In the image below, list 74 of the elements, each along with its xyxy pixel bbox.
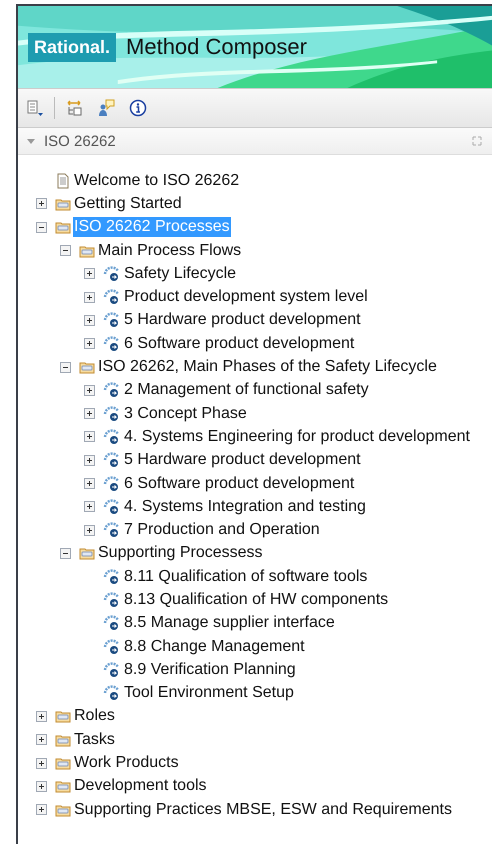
expand-toggle[interactable] xyxy=(36,198,47,210)
expand-toggle[interactable] xyxy=(36,734,47,746)
expand-toggle[interactable] xyxy=(84,292,95,303)
tree-item[interactable]: 8.13 Qualification of HW components xyxy=(123,590,390,610)
person-comment-icon[interactable] xyxy=(97,99,115,117)
tree-item[interactable]: 8.5 Manage supplier interface xyxy=(123,613,336,634)
tree-item[interactable]: Safety Lifecycle xyxy=(123,264,238,284)
tree-item[interactable]: 4. Systems Engineering for product development xyxy=(123,426,471,447)
tree-item[interactable]: Getting Started xyxy=(73,194,183,214)
document-icon xyxy=(55,172,71,189)
expand-toggle[interactable] xyxy=(84,384,95,396)
expand-toggle[interactable] xyxy=(36,710,47,722)
tree-item[interactable]: 8.8 Change Management xyxy=(123,636,306,657)
process-icon xyxy=(103,522,121,538)
tree-item[interactable]: 4. Systems Integration and testing xyxy=(123,496,367,517)
tree-item[interactable]: ISO 26262, Main Phases of the Safety Lifecycle xyxy=(97,357,438,378)
expand-toggle[interactable] xyxy=(84,338,95,350)
process-icon xyxy=(103,428,121,445)
tree-item[interactable]: Supporting Processess xyxy=(97,543,264,564)
tree-item[interactable]: 5 Hardware product development xyxy=(123,450,362,470)
tree-item[interactable]: Welcome to ISO 26262 xyxy=(73,170,240,191)
tree-item[interactable]: Development tools xyxy=(73,776,208,796)
link-tree-icon[interactable] xyxy=(65,99,83,117)
process-icon xyxy=(103,615,121,632)
process-icon xyxy=(103,406,121,422)
expand-toggle[interactable] xyxy=(36,758,47,769)
expand-toggle[interactable] xyxy=(84,478,95,489)
expand-toggle[interactable] xyxy=(36,780,47,792)
process-icon xyxy=(103,685,121,702)
process-icon xyxy=(103,452,121,468)
tree-item[interactable]: Main Process Flows xyxy=(97,240,242,261)
expand-toggle[interactable] xyxy=(84,501,95,512)
expand-toggle[interactable] xyxy=(36,804,47,816)
tree-item[interactable]: 3 Concept Phase xyxy=(123,404,248,424)
tree-item[interactable]: 6 Software product development xyxy=(123,474,356,494)
tree-item[interactable]: 6 Software product development xyxy=(123,334,356,354)
expand-toggle[interactable] xyxy=(84,431,95,442)
process-icon xyxy=(103,382,121,398)
collapse-toggle[interactable] xyxy=(36,222,47,233)
expand-toggle[interactable] xyxy=(84,268,95,280)
process-icon xyxy=(103,638,121,655)
process-icon xyxy=(103,336,121,352)
tree-item[interactable]: Tasks xyxy=(73,730,116,750)
process-icon xyxy=(103,662,121,678)
tree-item[interactable]: Supporting Practices MBSE, ESW and Requirements xyxy=(73,800,453,820)
process-icon xyxy=(103,289,121,306)
collapse-toggle[interactable] xyxy=(60,245,71,256)
brand-logo: Rational. xyxy=(28,32,116,62)
collapse-icon[interactable] xyxy=(26,136,36,146)
collapse-toggle[interactable] xyxy=(60,362,71,373)
tree-item[interactable]: Product development system level xyxy=(123,287,369,308)
panel-title: ISO 26262 xyxy=(44,132,117,150)
expand-toggle[interactable] xyxy=(84,408,95,420)
process-icon xyxy=(103,476,121,492)
process-icon xyxy=(103,592,121,608)
tree-item[interactable]: Roles xyxy=(73,706,116,726)
list-dropdown-icon[interactable] xyxy=(26,99,44,117)
tree-item[interactable]: 5 Hardware product development xyxy=(123,310,362,330)
tree-item[interactable]: 2 Management of functional safety xyxy=(123,380,370,400)
tree-item[interactable]: Tool Environment Setup xyxy=(123,683,295,704)
collapse-toggle[interactable] xyxy=(60,548,71,559)
process-icon xyxy=(103,312,121,328)
app-title: Method Composer xyxy=(126,34,307,60)
tree-item[interactable]: 8.11 Qualification of software tools xyxy=(123,566,368,587)
expand-toggle[interactable] xyxy=(84,454,95,466)
tree-item[interactable]: 7 Production and Operation xyxy=(123,520,321,540)
tree-item[interactable]: 8.9 Verification Planning xyxy=(123,660,297,680)
process-icon xyxy=(103,498,121,515)
tree-item[interactable]: Work Products xyxy=(73,753,180,774)
process-icon xyxy=(103,266,121,282)
process-icon xyxy=(103,568,121,585)
expand-toggle[interactable] xyxy=(84,524,95,536)
expand-toggle[interactable] xyxy=(84,314,95,326)
info-icon[interactable] xyxy=(129,99,147,117)
